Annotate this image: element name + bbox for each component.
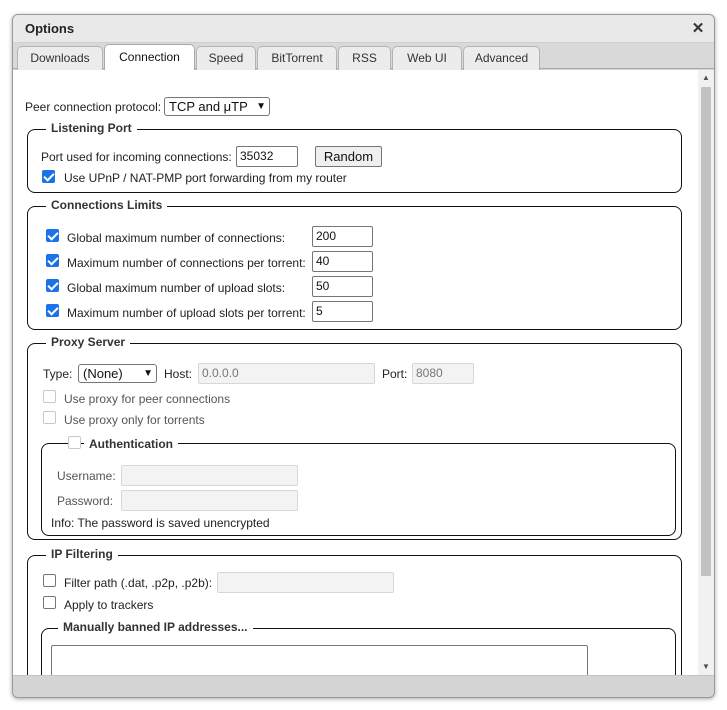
random-port-button[interactable]: Random	[315, 146, 382, 167]
title-bar[interactable]: Options ✕	[13, 15, 714, 43]
username-input[interactable]	[121, 465, 298, 486]
global-max-connections-label: Global maximum number of connections:	[67, 231, 286, 245]
tab-advanced[interactable]: Advanced	[463, 46, 540, 70]
max-upload-slots-per-torrent-checkbox[interactable]	[46, 304, 59, 317]
incoming-port-label: Port used for incoming connections:	[41, 150, 232, 164]
username-label: Username:	[57, 469, 116, 483]
connections-limits-legend: Connections Limits	[46, 198, 168, 212]
upnp-checkbox[interactable]	[42, 170, 55, 183]
max-connections-per-torrent-label: Maximum number of connections per torren…	[67, 256, 306, 270]
scrollbar-thumb[interactable]	[701, 87, 711, 576]
global-max-upload-slots-checkbox[interactable]	[46, 279, 59, 292]
tab-connection[interactable]: Connection	[104, 44, 195, 70]
proxy-type-label: Type:	[43, 367, 73, 381]
global-max-upload-slots-input[interactable]: 50	[312, 276, 373, 297]
password-info-text: Info: The password is saved unencrypted	[51, 516, 270, 530]
authentication-checkbox[interactable]	[68, 436, 81, 449]
protocol-select-value: TCP and μTP	[169, 99, 248, 114]
connection-panel: Peer connection protocol: TCP and μTP ▼ …	[13, 70, 698, 675]
proxy-port-label: Port:	[382, 367, 408, 381]
options-window: Options ✕ Downloads Connection Speed Bit…	[12, 14, 715, 698]
max-upload-slots-per-torrent-label: Maximum number of upload slots per torre…	[67, 306, 306, 320]
banned-ips-textarea[interactable]	[51, 645, 588, 675]
filter-path-input[interactable]	[217, 572, 394, 593]
window-footer	[13, 675, 714, 697]
apply-to-trackers-checkbox[interactable]	[43, 596, 56, 609]
scroll-down-icon[interactable]: ▼	[698, 659, 714, 675]
tab-downloads[interactable]: Downloads	[17, 46, 103, 70]
proxy-port-input[interactable]: 8080	[412, 363, 474, 384]
password-label: Password:	[57, 494, 114, 508]
proxy-type-value: (None)	[83, 366, 123, 381]
apply-to-trackers-label: Apply to trackers	[64, 598, 154, 612]
global-max-connections-checkbox[interactable]	[46, 229, 59, 242]
listening-port-legend: Listening Port	[46, 121, 137, 135]
incoming-port-input[interactable]: 35032	[236, 146, 298, 167]
tab-rss[interactable]: RSS	[338, 46, 391, 70]
proxy-type-select[interactable]: (None) ▼	[78, 364, 157, 383]
proxy-host-input[interactable]: 0.0.0.0	[198, 363, 375, 384]
password-input[interactable]	[121, 490, 298, 511]
proxy-peer-connections-label: Use proxy for peer connections	[64, 392, 231, 406]
max-connections-per-torrent-checkbox[interactable]	[46, 254, 59, 267]
max-upload-slots-per-torrent-input[interactable]: 5	[312, 301, 373, 322]
tab-speed[interactable]: Speed	[196, 46, 256, 70]
tab-webui[interactable]: Web UI	[392, 46, 462, 70]
filter-path-checkbox[interactable]	[43, 574, 56, 587]
protocol-label: Peer connection protocol:	[25, 100, 162, 114]
scroll-up-icon[interactable]: ▲	[698, 70, 714, 86]
window-title: Options	[25, 21, 75, 36]
upnp-label: Use UPnP / NAT-PMP port forwarding from …	[64, 171, 347, 185]
vertical-scrollbar[interactable]: ▲ ▼	[698, 70, 714, 675]
chevron-down-icon: ▼	[256, 101, 266, 112]
ip-filtering-legend: IP Filtering	[46, 547, 118, 561]
global-max-upload-slots-label: Global maximum number of upload slots:	[67, 281, 286, 295]
protocol-select[interactable]: TCP and μTP ▼	[164, 97, 270, 116]
chevron-down-icon: ▼	[143, 368, 153, 379]
filter-path-label: Filter path (.dat, .p2p, .p2b):	[64, 576, 213, 590]
tab-bar: Downloads Connection Speed BitTorrent RS…	[13, 43, 714, 70]
close-icon[interactable]: ✕	[690, 21, 706, 37]
proxy-host-label: Host:	[164, 367, 193, 381]
banned-ips-legend: Manually banned IP addresses...	[58, 620, 253, 634]
authentication-legend: Authentication	[84, 437, 178, 451]
proxy-peer-connections-checkbox[interactable]	[43, 390, 56, 403]
tab-bittorrent[interactable]: BitTorrent	[257, 46, 337, 70]
max-connections-per-torrent-input[interactable]: 40	[312, 251, 373, 272]
proxy-only-torrents-checkbox[interactable]	[43, 411, 56, 424]
proxy-server-legend: Proxy Server	[46, 335, 131, 349]
global-max-connections-input[interactable]: 200	[312, 226, 373, 247]
proxy-only-torrents-label: Use proxy only for torrents	[64, 413, 205, 427]
